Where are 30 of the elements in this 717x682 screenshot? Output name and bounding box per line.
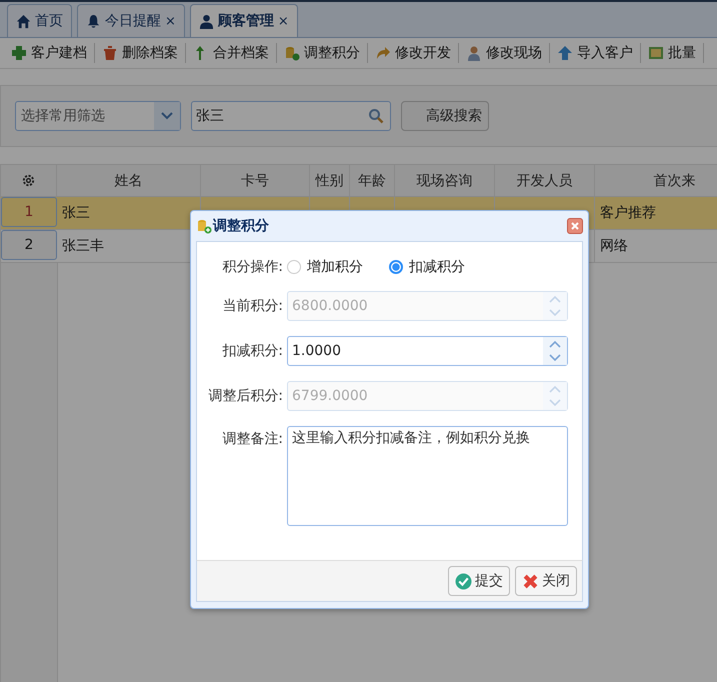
column-header: 首次来 <box>595 165 717 196</box>
field-label: 扣减积分: <box>221 342 283 360</box>
table-cell: 张三丰 <box>62 237 104 255</box>
button-label: 修改开发 <box>395 44 451 62</box>
button-label: 调整积分 <box>304 44 360 62</box>
table-cell: 1 <box>24 204 34 220</box>
button-label: 客户建档 <box>31 44 87 62</box>
column-header: 卡号 <box>201 165 310 196</box>
table-cell: 张三 <box>62 204 90 222</box>
table-cell: 网络 <box>600 237 628 255</box>
button-label: 批量 <box>668 44 696 62</box>
field-label: 积分操作: <box>221 258 283 276</box>
button-label: 导入客户 <box>577 44 633 62</box>
column-header: 开发人员 <box>495 165 595 196</box>
column-header: 姓名 <box>57 165 201 196</box>
table-cell: 客户推荐 <box>600 204 656 222</box>
table-cell: 2 <box>24 237 34 253</box>
field-label: 当前积分: <box>221 297 283 315</box>
button-label: 删除档案 <box>122 44 178 62</box>
tab-label: 顾客管理 <box>218 12 274 30</box>
column-header: 现场咨询 <box>395 165 495 196</box>
button-label: 合并档案 <box>213 44 269 62</box>
button-label: 修改现场 <box>486 44 542 62</box>
column-header: 性别 <box>310 165 350 196</box>
tab-label: 今日提醒 <box>105 12 161 30</box>
dialog-title: 调整积分 <box>213 217 270 235</box>
tab-label: 首页 <box>35 12 63 30</box>
column-header: 年龄 <box>350 165 395 196</box>
field-label: 调整后积分: <box>207 387 283 405</box>
field-label: 调整备注: <box>221 430 283 448</box>
